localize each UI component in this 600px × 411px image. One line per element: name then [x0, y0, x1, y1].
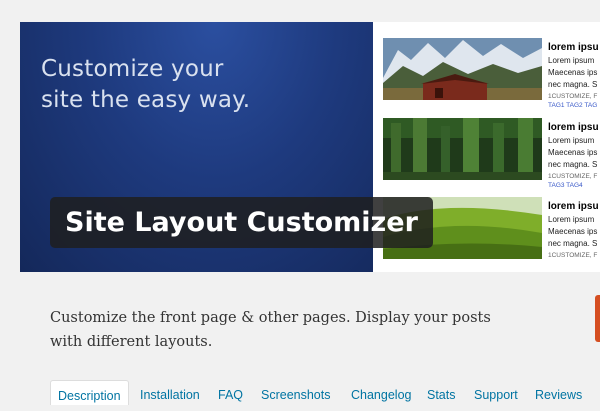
- plugin-description: Customize the front page & other pages. …: [50, 310, 491, 350]
- preview-post-meta: 1CUSTOMIZE, F: [548, 93, 598, 100]
- preview-post-title: lorem ipsu: [548, 122, 599, 133]
- tab-description[interactable]: Description: [50, 380, 129, 405]
- preview-post: lorem ipsu Lorem ipsum Maecenas ips nec …: [383, 38, 600, 118]
- preview-post-body-1: Lorem ipsum: [548, 215, 595, 224]
- plugin-title: Site Layout Customizer: [50, 197, 433, 248]
- forest-thumbnail: [383, 118, 542, 180]
- tab-support[interactable]: Support: [474, 380, 518, 404]
- preview-post-tags: TAG1 TAG2 TAG: [548, 102, 598, 109]
- preview-post-text: lorem ipsu Lorem ipsum Maecenas ips nec …: [548, 118, 600, 190]
- tab-screenshots[interactable]: Screenshots: [261, 380, 330, 404]
- tagline-line-2: site the easy way.: [41, 87, 251, 113]
- preview-post-title: lorem ipsu: [548, 42, 599, 53]
- preview-post-text: lorem ipsu Lorem ipsum Maecenas ips nec …: [548, 197, 600, 260]
- preview-post-body-3: nec magna. S: [548, 239, 598, 248]
- preview-post-body-2: Maecenas ips: [548, 227, 598, 236]
- preview-post-meta: 1CUSTOMIZE, F: [548, 252, 598, 259]
- preview-post-text: lorem ipsu Lorem ipsum Maecenas ips nec …: [548, 38, 600, 110]
- download-button-edge[interactable]: [595, 295, 600, 342]
- tab-faq[interactable]: FAQ: [218, 380, 243, 404]
- preview-post-meta: 1CUSTOMIZE, F: [548, 173, 598, 180]
- mountain-barn-thumbnail: [383, 38, 542, 100]
- preview-post-body-2: Maecenas ips: [548, 148, 598, 157]
- preview-post-body-2: Maecenas ips: [548, 68, 598, 77]
- preview-post: lorem ipsu Lorem ipsum Maecenas ips nec …: [383, 118, 600, 198]
- tab-changelog[interactable]: Changelog: [351, 380, 411, 404]
- tab-reviews[interactable]: Reviews: [535, 380, 582, 404]
- preview-post-body-3: nec magna. S: [548, 80, 598, 89]
- preview-post-body-1: Lorem ipsum: [548, 136, 595, 145]
- tagline-line-1: Customize your: [41, 56, 224, 82]
- banner-tagline: Customize your site the easy way.: [41, 54, 341, 116]
- preview-post-tags: TAG3 TAG4: [548, 182, 583, 189]
- tab-stats[interactable]: Stats: [427, 380, 456, 404]
- preview-post-title: lorem ipsu: [548, 201, 599, 212]
- preview-post-body-3: nec magna. S: [548, 160, 598, 169]
- plugin-banner: Customize your site the easy way. lorem …: [20, 22, 600, 272]
- preview-post-body-1: Lorem ipsum: [548, 56, 595, 65]
- tab-installation[interactable]: Installation: [140, 380, 200, 404]
